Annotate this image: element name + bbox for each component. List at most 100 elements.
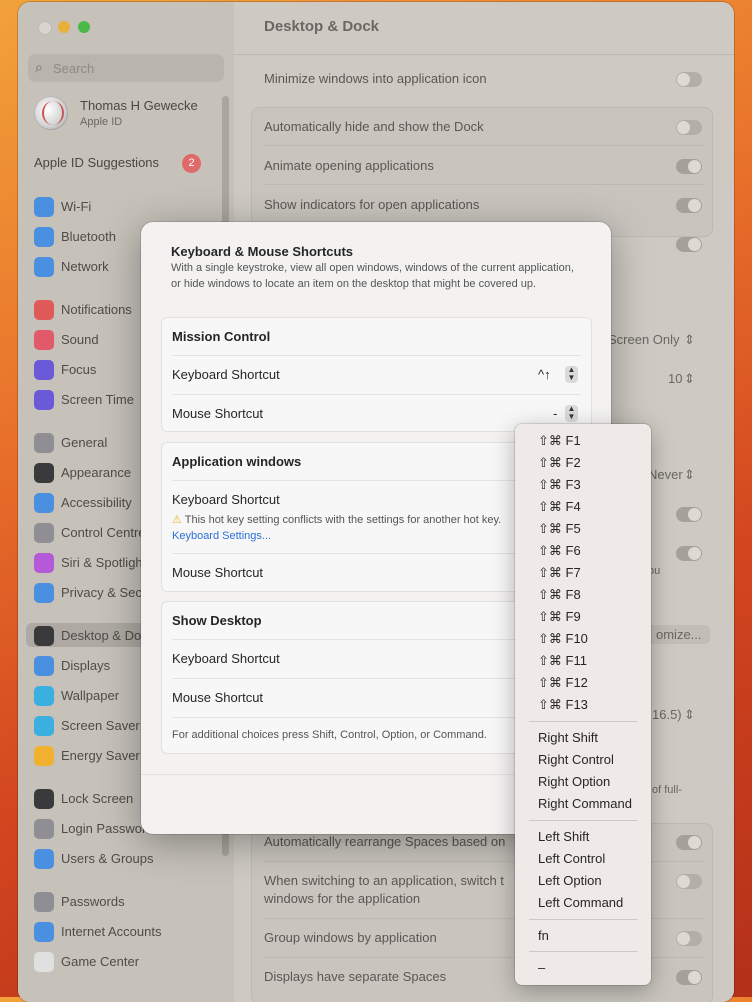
keyboard-shortcut-label: Keyboard Shortcut <box>172 651 280 666</box>
menu-item-right-modifier[interactable]: Right Shift <box>538 730 598 745</box>
indicators-label: Show indicators for open applications <box>264 197 480 212</box>
section-title: Application windows <box>172 454 302 469</box>
apple-id-suggestions[interactable]: Apple ID Suggestions <box>34 155 159 170</box>
section-title: Show Desktop <box>172 613 262 628</box>
updown-icon: ⇕ <box>684 371 695 386</box>
sidebar-item-label: Appearance <box>61 465 132 480</box>
section-title: Mission Control <box>172 329 271 344</box>
rearrange-toggle[interactable] <box>676 835 702 850</box>
sidebar-item-label: Internet Accounts <box>61 924 162 939</box>
minimize-button[interactable] <box>58 21 70 33</box>
ten-popup[interactable]: 10 <box>668 371 682 386</box>
menu-item-fkey[interactable]: ⇧⌘ F11 <box>538 653 587 669</box>
mouse-shortcut-label: Mouse Shortcut <box>172 406 264 421</box>
mission-control-section: Mission Control Keyboard Shortcut ^↑ ▲ ▼ … <box>161 317 592 432</box>
autohide-label: Automatically hide and show the Dock <box>264 119 484 134</box>
menu-item-fkey[interactable]: ⇧⌘ F5 <box>538 521 581 537</box>
switching-toggle[interactable] <box>676 874 702 889</box>
separate-label: Displays have separate Spaces <box>264 969 447 984</box>
menu-item-fkey[interactable]: ⇧⌘ F13 <box>538 697 588 713</box>
sidebar-item-label: Energy Saver <box>61 748 140 763</box>
indicators-toggle[interactable] <box>676 198 702 213</box>
separate-toggle[interactable] <box>676 970 702 985</box>
group-label: Group windows by application <box>264 930 437 945</box>
menu-item-fkey[interactable]: ⇧⌘ F8 <box>538 587 581 603</box>
menu-item-right-modifier[interactable]: Right Option <box>538 774 610 789</box>
updown-icon: ⇕ <box>684 707 695 722</box>
wallpaper-icon <box>34 686 54 706</box>
menu-item-fkey[interactable]: ⇧⌘ F1 <box>538 433 581 449</box>
sun-icon <box>34 656 54 676</box>
screen-only-popup[interactable]: Screen Only <box>608 332 680 347</box>
menu-item-fkey[interactable]: ⇧⌘ F10 <box>538 631 588 647</box>
menu-item-left-modifier[interactable]: Left Command <box>538 895 623 910</box>
bulb-icon <box>34 746 54 766</box>
search-placeholder: Search <box>53 61 95 76</box>
moon-icon <box>34 360 54 380</box>
keyboard-shortcut-popup[interactable]: ^↑ <box>538 367 551 382</box>
toggle[interactable] <box>676 507 702 522</box>
version-popup[interactable]: 16.5) <box>652 707 682 722</box>
users-icon <box>34 849 54 869</box>
never-popup[interactable]: Never <box>648 467 683 482</box>
dialog-description: With a single keystroke, view all open w… <box>171 262 574 290</box>
menu-item-fkey[interactable]: ⇧⌘ F9 <box>538 609 581 625</box>
dialog-title: Keyboard & Mouse Shortcuts <box>171 244 354 259</box>
menu-item-fkey[interactable]: ⇧⌘ F2 <box>538 455 581 471</box>
keyboard-settings-link[interactable]: Keyboard Settings... <box>172 530 271 542</box>
sidebar-item-label: Passwords <box>61 894 125 909</box>
sidebar-item-label: Screen Saver <box>61 718 140 733</box>
sidebar-item-label: Siri & Spotlight <box>61 555 147 570</box>
sidebar-item-label: Displays <box>61 658 111 673</box>
toggle[interactable] <box>676 546 702 561</box>
menu-item-fkey[interactable]: ⇧⌘ F12 <box>538 675 588 691</box>
minimize-toggle[interactable] <box>676 72 702 87</box>
menu-item-left-modifier[interactable]: Left Control <box>538 851 605 866</box>
animate-toggle[interactable] <box>676 159 702 174</box>
truncated-text: of full- <box>652 784 682 796</box>
bell-icon <box>34 300 54 320</box>
appearance-icon <box>34 463 54 483</box>
menu-item-fkey[interactable]: ⇧⌘ F4 <box>538 499 581 515</box>
bluetooth-icon <box>34 227 54 247</box>
group-toggle[interactable] <box>676 931 702 946</box>
avatar <box>34 96 68 130</box>
sidebar-item-label: Game Center <box>61 954 140 969</box>
titlebar: Desktop & Dock <box>234 2 734 55</box>
mouse-shortcut-popup[interactable]: - <box>553 406 557 421</box>
siri-icon <box>34 553 54 573</box>
menu-item-fn[interactable]: fn <box>538 928 549 943</box>
switching-label-2: windows for the application <box>264 891 421 906</box>
sidebar-item-label: General <box>61 435 108 450</box>
close-button[interactable] <box>38 21 52 35</box>
search-field[interactable]: ⌕ Search <box>28 54 224 82</box>
zoom-button[interactable] <box>78 21 90 33</box>
sidebar-item-label: Wallpaper <box>61 688 120 703</box>
autohide-toggle[interactable] <box>676 120 702 135</box>
mouse-shortcut-label: Mouse Shortcut <box>172 565 264 580</box>
suggestions-badge: 2 <box>182 154 201 173</box>
menu-item-right-modifier[interactable]: Right Command <box>538 796 632 811</box>
warning-text: This hot key setting conflicts with the … <box>184 514 502 526</box>
menu-item-fkey[interactable]: ⇧⌘ F7 <box>538 565 581 581</box>
gamecenter-icon <box>34 952 54 972</box>
accessibility-icon <box>34 493 54 513</box>
menu-item-fkey[interactable]: ⇧⌘ F3 <box>538 477 581 493</box>
toggle[interactable] <box>676 237 702 252</box>
hand-icon <box>34 583 54 603</box>
customize-button[interactable]: omize... <box>648 625 710 644</box>
menu-item-none[interactable]: – <box>538 960 545 975</box>
menu-item-left-modifier[interactable]: Left Shift <box>538 829 589 844</box>
sidebar-item-label: Lock Screen <box>61 791 134 806</box>
shortcut-popup-menu: ⇧⌘ F1 ⇧⌘ F2 ⇧⌘ F3 ⇧⌘ F4 ⇧⌘ F5 ⇧⌘ F6 ⇧⌘ F7 ⇧⌘ F8… <box>515 424 651 985</box>
menu-item-left-modifier[interactable]: Left Option <box>538 873 602 888</box>
menu-item-right-modifier[interactable]: Right Control <box>538 752 614 767</box>
divider <box>172 355 581 356</box>
sidebar-item-label: Notifications <box>61 302 132 317</box>
globe-icon <box>34 257 54 277</box>
divider <box>264 184 704 185</box>
menu-separator <box>529 721 637 722</box>
menu-separator <box>529 919 637 920</box>
user-name: Thomas H Gewecke <box>80 98 198 113</box>
menu-item-fkey[interactable]: ⇧⌘ F6 <box>538 543 581 559</box>
